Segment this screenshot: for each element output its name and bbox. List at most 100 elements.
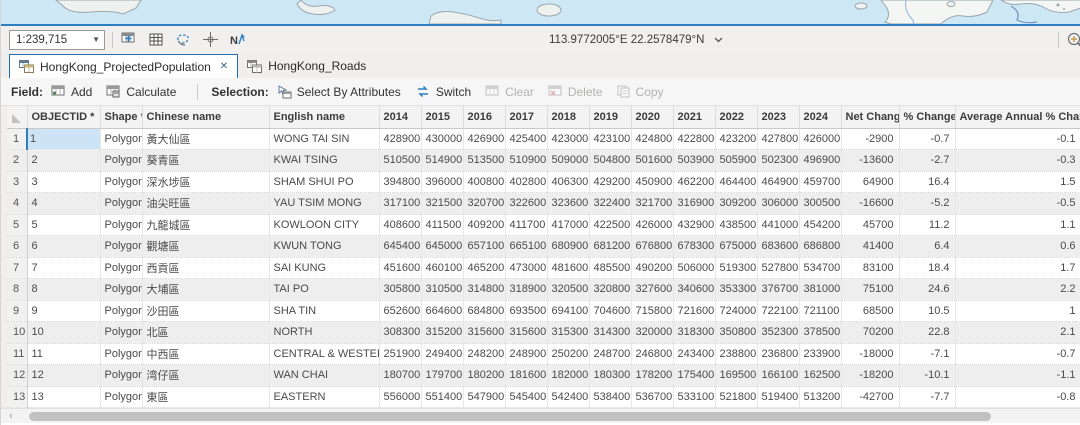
cell-y2017[interactable]: 322600: [505, 193, 547, 215]
column-header-english-name[interactable]: English name: [269, 106, 379, 128]
cell-net-change[interactable]: -13600: [841, 150, 899, 172]
row-number[interactable]: 1: [7, 128, 27, 150]
chevron-down-icon[interactable]: [714, 37, 723, 43]
cell-y2014[interactable]: 556000: [379, 386, 421, 408]
cell-pct-change[interactable]: -10.1: [899, 365, 955, 387]
column-header-pct-change[interactable]: % Change: [899, 106, 955, 128]
row-number[interactable]: 8: [7, 279, 27, 301]
row-number[interactable]: 5: [7, 214, 27, 236]
cell-y2014[interactable]: 408600: [379, 214, 421, 236]
cell-y2021[interactable]: 533100: [673, 386, 715, 408]
close-icon[interactable]: ✕: [220, 61, 228, 72]
cell-y2023[interactable]: 376700: [757, 279, 799, 301]
cell-avg-annual-pct-change[interactable]: -0.8: [955, 386, 1080, 408]
zoom-selection-icon[interactable]: [1066, 31, 1080, 49]
cell-y2014[interactable]: 180700: [379, 365, 421, 387]
cell-shape[interactable]: Polygon: [100, 257, 142, 279]
cell-avg-annual-pct-change[interactable]: 2.1: [955, 322, 1080, 344]
cell-y2020[interactable]: 320000: [631, 322, 673, 344]
cell-y2018[interactable]: 417000: [547, 214, 589, 236]
cell-y2018[interactable]: 315300: [547, 322, 589, 344]
cell-y2017[interactable]: 693500: [505, 300, 547, 322]
cell-y2019[interactable]: 538400: [589, 386, 631, 408]
cell-y2015[interactable]: 551400: [421, 386, 463, 408]
cell-english-name[interactable]: WAN CHAI: [269, 365, 379, 387]
cell-y2021[interactable]: 316900: [673, 193, 715, 215]
cell-chinese-name[interactable]: 湾仔區: [142, 365, 269, 387]
cell-y2019[interactable]: 704600: [589, 300, 631, 322]
cell-y2024[interactable]: 426000: [799, 128, 841, 150]
cell-y2021[interactable]: 243400: [673, 343, 715, 365]
cell-objectid[interactable]: 10: [27, 322, 100, 344]
cell-y2016[interactable]: 248200: [463, 343, 505, 365]
copy-rows-button[interactable]: Copy: [617, 85, 664, 99]
cell-objectid[interactable]: 2: [27, 150, 100, 172]
cell-y2015[interactable]: 514900: [421, 150, 463, 172]
cell-y2021[interactable]: 462200: [673, 171, 715, 193]
cell-y2024[interactable]: 459700: [799, 171, 841, 193]
crosshair-icon[interactable]: [201, 31, 219, 49]
cell-chinese-name[interactable]: 西貢區: [142, 257, 269, 279]
cell-y2024[interactable]: 378500: [799, 322, 841, 344]
cell-y2023[interactable]: 441000: [757, 214, 799, 236]
cell-y2024[interactable]: 513200: [799, 386, 841, 408]
cell-y2023[interactable]: 464900: [757, 171, 799, 193]
select-by-attributes-button[interactable]: Select By Attributes: [277, 85, 401, 99]
cell-y2017[interactable]: 315600: [505, 322, 547, 344]
cell-chinese-name[interactable]: 九龍城區: [142, 214, 269, 236]
cell-y2022[interactable]: 423200: [715, 128, 757, 150]
cell-y2014[interactable]: 645400: [379, 236, 421, 258]
cell-y2019[interactable]: 422500: [589, 214, 631, 236]
cell-y2020[interactable]: 501600: [631, 150, 673, 172]
cell-y2022[interactable]: 438500: [715, 214, 757, 236]
cell-pct-change[interactable]: -7.7: [899, 386, 955, 408]
cell-objectid[interactable]: 6: [27, 236, 100, 258]
cell-chinese-name[interactable]: 大埔區: [142, 279, 269, 301]
cell-y2022[interactable]: 724000: [715, 300, 757, 322]
cell-net-change[interactable]: -18000: [841, 343, 899, 365]
cell-english-name[interactable]: TAI PO: [269, 279, 379, 301]
table-add-icon[interactable]: [120, 31, 138, 49]
cell-pct-change[interactable]: -7.1: [899, 343, 955, 365]
cell-y2023[interactable]: 306000: [757, 193, 799, 215]
cell-y2021[interactable]: 318300: [673, 322, 715, 344]
cell-net-change[interactable]: 70200: [841, 322, 899, 344]
cell-y2024[interactable]: 454200: [799, 214, 841, 236]
cell-pct-change[interactable]: 24.6: [899, 279, 955, 301]
row-number[interactable]: 11: [7, 343, 27, 365]
cell-y2020[interactable]: 490200: [631, 257, 673, 279]
cell-y2014[interactable]: 652600: [379, 300, 421, 322]
cell-y2023[interactable]: 502300: [757, 150, 799, 172]
cell-y2022[interactable]: 505900: [715, 150, 757, 172]
cell-y2016[interactable]: 657100: [463, 236, 505, 258]
row-number[interactable]: 6: [7, 236, 27, 258]
cell-y2018[interactable]: 182000: [547, 365, 589, 387]
cell-y2024[interactable]: 162500: [799, 365, 841, 387]
cell-y2019[interactable]: 180300: [589, 365, 631, 387]
cell-english-name[interactable]: YAU TSIM MONG: [269, 193, 379, 215]
cell-y2020[interactable]: 715800: [631, 300, 673, 322]
cell-english-name[interactable]: SHA TIN: [269, 300, 379, 322]
cell-y2016[interactable]: 180200: [463, 365, 505, 387]
cell-shape[interactable]: Polygon: [100, 236, 142, 258]
cell-y2020[interactable]: 424800: [631, 128, 673, 150]
column-header-objectid[interactable]: OBJECTID *: [27, 106, 100, 128]
cell-y2023[interactable]: 352300: [757, 322, 799, 344]
cell-y2015[interactable]: 249400: [421, 343, 463, 365]
column-header-y2020[interactable]: 2020: [631, 106, 673, 128]
cell-y2020[interactable]: 246800: [631, 343, 673, 365]
cell-english-name[interactable]: CENTRAL & WESTERN: [269, 343, 379, 365]
column-header-y2019[interactable]: 2019: [589, 106, 631, 128]
cell-avg-annual-pct-change[interactable]: -0.1: [955, 128, 1080, 150]
cell-shape[interactable]: Polygon: [100, 171, 142, 193]
cell-y2023[interactable]: 683600: [757, 236, 799, 258]
cell-chinese-name[interactable]: 北區: [142, 322, 269, 344]
cell-y2022[interactable]: 350800: [715, 322, 757, 344]
cell-y2015[interactable]: 430000: [421, 128, 463, 150]
cell-y2017[interactable]: 181600: [505, 365, 547, 387]
cell-y2014[interactable]: 451600: [379, 257, 421, 279]
column-header-y2014[interactable]: 2014: [379, 106, 421, 128]
cell-chinese-name[interactable]: 沙田區: [142, 300, 269, 322]
cell-y2024[interactable]: 721100: [799, 300, 841, 322]
tab-hongkong-roads[interactable]: HongKong_Roads: [238, 54, 375, 78]
